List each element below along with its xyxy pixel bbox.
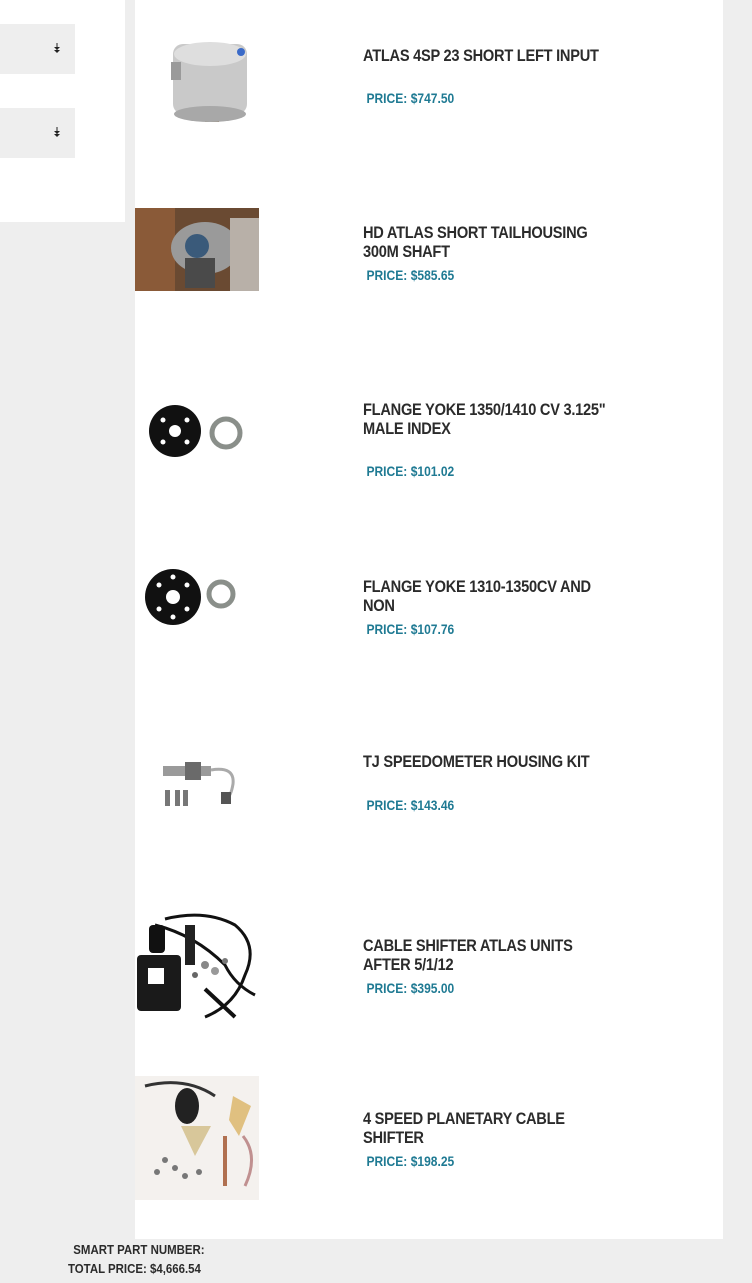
product-price: PRICE: $198.25: [363, 1153, 454, 1169]
price-label: PRICE:: [366, 1153, 408, 1169]
flange-yoke-icon: [145, 569, 236, 625]
order-summary: SMART PART NUMBER: TOTAL PRICE: $4,666.5…: [68, 1240, 205, 1278]
total-price-value: $4,666.54: [150, 1261, 201, 1276]
product-price: PRICE: $585.65: [363, 267, 454, 283]
product-image[interactable]: [135, 20, 259, 144]
product-price: PRICE: $143.46: [363, 797, 454, 813]
price-value: $585.65: [410, 267, 455, 283]
product-title[interactable]: FLANGE YOKE 1310-1350CV AND NON: [363, 577, 621, 615]
price-label: PRICE:: [366, 463, 408, 479]
price-value: $198.25: [410, 1153, 455, 1169]
product-image[interactable]: [135, 535, 259, 659]
product-title[interactable]: CABLE SHIFTER ATLAS UNITS AFTER 5/1/12: [363, 936, 621, 974]
product-image[interactable]: [135, 208, 259, 291]
price-label: PRICE:: [366, 621, 408, 637]
product-image[interactable]: [135, 1076, 259, 1200]
product-image[interactable]: [135, 722, 259, 846]
product-title[interactable]: 4 SPEED PLANETARY CABLE SHIFTER: [363, 1109, 621, 1147]
product-list: ATLAS 4SP 23 SHORT LEFT INPUT PRICE: $747…: [135, 0, 723, 1239]
price-value: $395.00: [410, 980, 455, 996]
product-title[interactable]: HD ATLAS SHORT TAILHOUSING 300M SHAFT: [363, 223, 621, 261]
price-value: $143.46: [410, 797, 455, 813]
price-label: PRICE:: [366, 90, 408, 106]
option-sidebar: [0, 0, 125, 222]
product-price: PRICE: $395.00: [363, 980, 454, 996]
cable-shifter-kit-icon: [137, 913, 256, 1019]
product-image[interactable]: [135, 370, 259, 494]
price-value: $107.76: [410, 621, 455, 637]
product-image[interactable]: [135, 905, 259, 1029]
product-price: PRICE: $747.50: [363, 90, 454, 106]
product-title[interactable]: ATLAS 4SP 23 SHORT LEFT INPUT: [363, 46, 621, 65]
price-label: PRICE:: [366, 267, 408, 283]
tailhousing-photo-icon: [135, 208, 259, 291]
smart-part-number: SMART PART NUMBER:: [73, 1242, 205, 1257]
price-value: $747.50: [410, 90, 455, 106]
product-title[interactable]: TJ SPEEDOMETER HOUSING KIT: [363, 752, 621, 771]
price-label: PRICE:: [366, 797, 408, 813]
dropdown-arrow-icon: [54, 127, 60, 137]
speedometer-kit-icon: [163, 762, 235, 806]
flange-yoke-icon: [149, 405, 243, 457]
product-title[interactable]: FLANGE YOKE 1350/1410 CV 3.125" MALE IND…: [363, 400, 621, 438]
price-label: PRICE:: [366, 980, 408, 996]
product-price: PRICE: $101.02: [363, 463, 454, 479]
total-price-label: TOTAL PRICE:: [68, 1261, 147, 1276]
transmission-housing-icon: [171, 42, 247, 122]
planetary-shifter-kit-icon: [135, 1076, 259, 1200]
price-value: $101.02: [410, 463, 455, 479]
total-price: TOTAL PRICE: $4,666.54: [68, 1259, 205, 1278]
dropdown-arrow-icon: [54, 43, 60, 53]
option-select-2[interactable]: [0, 108, 75, 158]
option-select-1[interactable]: [0, 24, 75, 74]
product-price: PRICE: $107.76: [363, 621, 454, 637]
